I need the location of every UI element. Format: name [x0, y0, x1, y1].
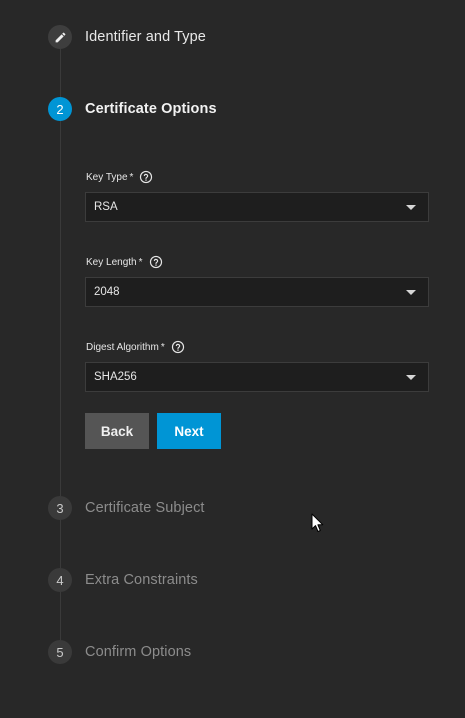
step-label: Confirm Options: [85, 644, 192, 660]
help-circle-icon[interactable]: [171, 340, 185, 354]
step-number-badge: 2: [48, 97, 72, 121]
key-length-value: 2048: [94, 286, 120, 298]
step-label: Extra Constraints: [85, 572, 198, 588]
step-confirm-options[interactable]: 5 Confirm Options: [48, 640, 191, 664]
required-marker: *: [160, 341, 165, 353]
key-length-select[interactable]: 2048: [85, 277, 429, 307]
digest-algorithm-label-text: Digest Algorithm: [86, 341, 159, 353]
chevron-down-icon: [406, 374, 416, 380]
step-number-badge: 3: [48, 496, 72, 520]
step-extra-constraints[interactable]: 4 Extra Constraints: [48, 568, 198, 592]
digest-algorithm-value: SHA256: [94, 371, 137, 383]
required-marker: *: [129, 171, 134, 183]
next-button[interactable]: Next: [157, 413, 221, 449]
mouse-cursor-icon: [311, 513, 325, 533]
step-label: Certificate Options: [85, 101, 217, 117]
stepper-rail-1: [60, 49, 61, 97]
stepper-rail-2: [60, 121, 61, 496]
key-type-label: Key Type *: [86, 170, 153, 184]
step-certificate-subject[interactable]: 3 Certificate Subject: [48, 496, 205, 520]
key-length-label-text: Key Length: [86, 256, 137, 268]
chevron-down-icon: [406, 289, 416, 295]
required-marker: *: [138, 256, 143, 268]
digest-algorithm-select[interactable]: SHA256: [85, 362, 429, 392]
step-certificate-options[interactable]: 2 Certificate Options: [48, 97, 217, 121]
step-number-badge: 4: [48, 568, 72, 592]
key-type-select[interactable]: RSA: [85, 192, 429, 222]
stepper-rail-4: [60, 592, 61, 640]
step-number-badge: 5: [48, 640, 72, 664]
pencil-icon: [48, 25, 72, 49]
step-label: Identifier and Type: [85, 29, 206, 45]
back-button[interactable]: Back: [85, 413, 149, 449]
help-circle-icon[interactable]: [149, 255, 163, 269]
digest-algorithm-label: Digest Algorithm *: [86, 340, 185, 354]
step-label: Certificate Subject: [85, 500, 205, 516]
help-circle-icon[interactable]: [139, 170, 153, 184]
stepper-rail-3: [60, 520, 61, 568]
step-identifier-and-type[interactable]: Identifier and Type: [48, 25, 206, 49]
key-type-value: RSA: [94, 201, 118, 213]
key-type-label-text: Key Type: [86, 171, 128, 183]
key-length-label: Key Length *: [86, 255, 163, 269]
chevron-down-icon: [406, 204, 416, 210]
